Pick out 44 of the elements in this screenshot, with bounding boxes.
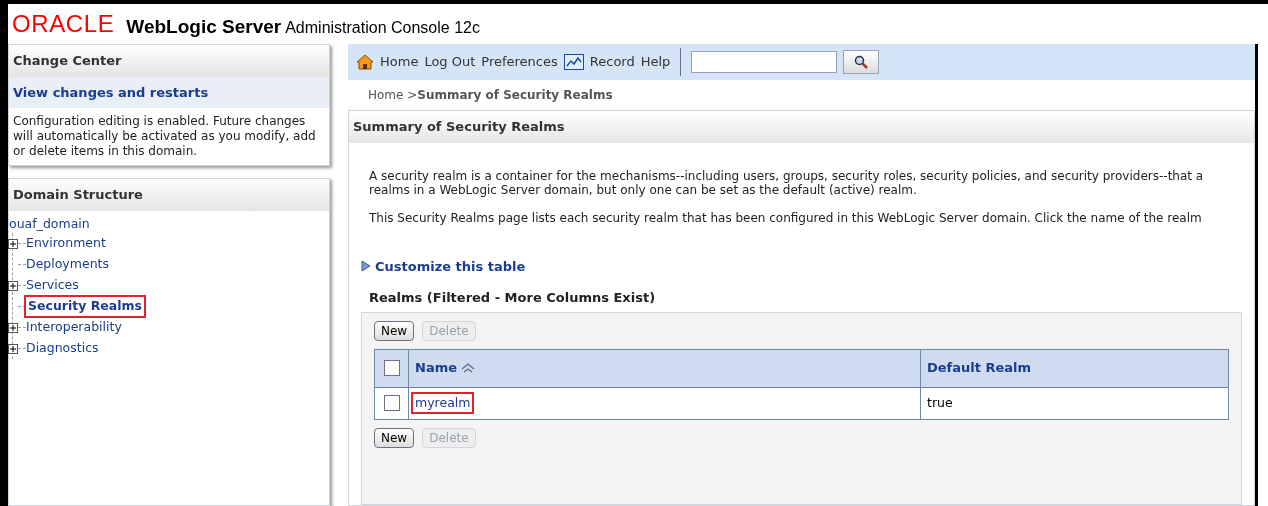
panel-title: Change Center bbox=[9, 45, 329, 77]
description-text: This Security Realms page lists each security realm that has been configured in this WebLogic Server domain. Click the name of the realm bbox=[369, 210, 1203, 225]
select-all-checkbox[interactable] bbox=[383, 360, 400, 376]
search-field[interactable] bbox=[691, 51, 838, 73]
sort-ascending-icon[interactable] bbox=[461, 363, 475, 373]
expand-triangle-icon[interactable] bbox=[361, 260, 371, 273]
toolbar-link[interactable]: Record bbox=[589, 52, 635, 72]
table-cell-text: true bbox=[926, 393, 954, 412]
home-icon bbox=[356, 54, 374, 70]
toolbar-link[interactable]: Home bbox=[380, 52, 419, 72]
description-text: A security realm is a container for the mechanisms--including users, groups, security roles, security policies, and security providers--that a realms in a WebLogic Server domain, but only one can be set as the default (active) realm. bbox=[369, 168, 1205, 197]
tree-item[interactable]: Environment bbox=[26, 234, 106, 254]
product-name: WebLogic Server bbox=[126, 17, 282, 36]
toolbar-link[interactable]: Log Out bbox=[424, 52, 476, 72]
search-button[interactable] bbox=[843, 50, 880, 74]
expand-icon[interactable] bbox=[8, 343, 18, 354]
action-button[interactable]: New bbox=[374, 320, 415, 341]
tree-item[interactable]: Diagnostics bbox=[26, 339, 99, 359]
breadcrumb-current: Summary of Security Realms bbox=[417, 88, 613, 102]
tree-item[interactable]: Interoperability bbox=[26, 318, 122, 338]
oracle-logo: ORACLE bbox=[12, 12, 115, 36]
breadcrumb-link[interactable]: Home > bbox=[368, 88, 418, 102]
realm-link[interactable]: myrealm bbox=[413, 393, 473, 413]
column-header[interactable]: Name bbox=[415, 358, 457, 378]
table-title: Realms (Filtered - More Columns Exist) bbox=[368, 289, 657, 307]
toolbar-link[interactable]: Preferences bbox=[481, 52, 558, 72]
tree-item[interactable]: Services bbox=[26, 276, 79, 296]
toolbar-link[interactable]: Help bbox=[640, 52, 671, 72]
panel-title: Domain Structure bbox=[9, 179, 329, 211]
customize-link[interactable]: Customize this table bbox=[375, 256, 526, 276]
tree-root[interactable]: ouaf_domain bbox=[9, 214, 329, 234]
tree-item[interactable]: Deployments bbox=[26, 255, 109, 275]
chart-icon bbox=[563, 54, 584, 70]
info-text: Configuration editing is enabled. Future changes will automatically be activated as you modify, add or delete items in this domain. bbox=[12, 113, 317, 160]
expand-icon[interactable] bbox=[8, 238, 18, 249]
expand-icon[interactable] bbox=[8, 322, 18, 333]
expand-icon[interactable] bbox=[8, 280, 18, 291]
view-changes-link[interactable]: View changes and restarts bbox=[9, 76, 329, 108]
search-icon bbox=[854, 55, 869, 69]
tree-item[interactable]: Security Realms bbox=[26, 297, 144, 317]
product-subtitle: Administration Console 12c bbox=[285, 20, 480, 36]
column-header[interactable]: Default Realm bbox=[921, 358, 1038, 378]
action-button[interactable]: New bbox=[374, 427, 415, 448]
row-checkbox[interactable] bbox=[383, 395, 400, 411]
